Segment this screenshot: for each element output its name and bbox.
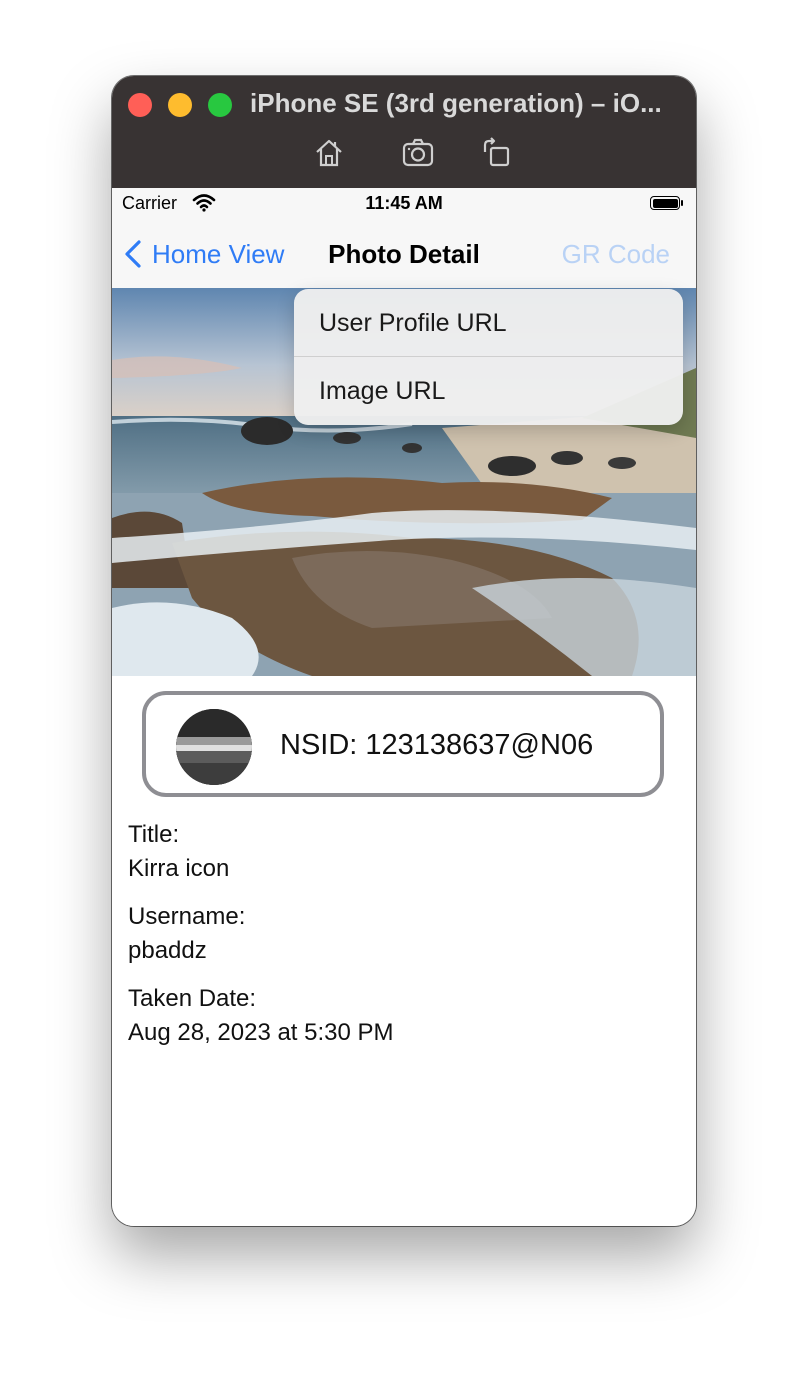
home-icon[interactable] (312, 136, 346, 170)
zoom-window-button[interactable] (208, 93, 232, 117)
qr-code-button[interactable]: GR Code (562, 239, 670, 270)
rotate-icon[interactable] (479, 136, 513, 170)
battery-cap (681, 200, 683, 206)
screenshot-icon[interactable] (401, 136, 435, 170)
close-window-button[interactable] (128, 93, 152, 117)
status-time: 11:45 AM (365, 193, 443, 213)
window-title: iPhone SE (3rd generation) – iO... (250, 88, 662, 118)
device-screen: Carrier 11:45 AM Home View Photo Detail … (112, 188, 696, 1226)
status-bar: Carrier 11:45 AM (112, 188, 696, 220)
battery-icon (650, 196, 680, 210)
title-field: Title: Kirra icon (128, 818, 229, 886)
window-titlebar: iPhone SE (3rd generation) – iO... (112, 76, 696, 188)
taken-date-label: Taken Date: (128, 985, 257, 1012)
taken-date-value: Aug 28, 2023 at 5:30 PM (128, 1019, 394, 1046)
username-field: Username: pbaddz (128, 900, 245, 968)
owner-nsid: NSID: 123138637@N06 (280, 729, 594, 761)
menu-item-user-profile-url[interactable]: User Profile URL (294, 289, 683, 357)
username-label: Username: (128, 903, 246, 930)
menu-item-image-url[interactable]: Image URL (294, 357, 683, 425)
title-label: Title: (128, 821, 180, 848)
share-menu: User Profile URL Image URL (294, 289, 683, 425)
taken-date-field: Taken Date: Aug 28, 2023 at 5:30 PM (128, 982, 394, 1050)
navigation-bar: Home View Photo Detail GR Code (112, 220, 696, 289)
title-value: Kirra icon (128, 855, 230, 882)
owner-card[interactable]: NSID: 123138637@N06 (142, 691, 664, 797)
avatar (176, 709, 252, 785)
minimize-window-button[interactable] (168, 93, 192, 117)
simulator-window: iPhone SE (3rd generation) – iO... Carri… (112, 76, 696, 1226)
username-value: pbaddz (128, 937, 207, 964)
